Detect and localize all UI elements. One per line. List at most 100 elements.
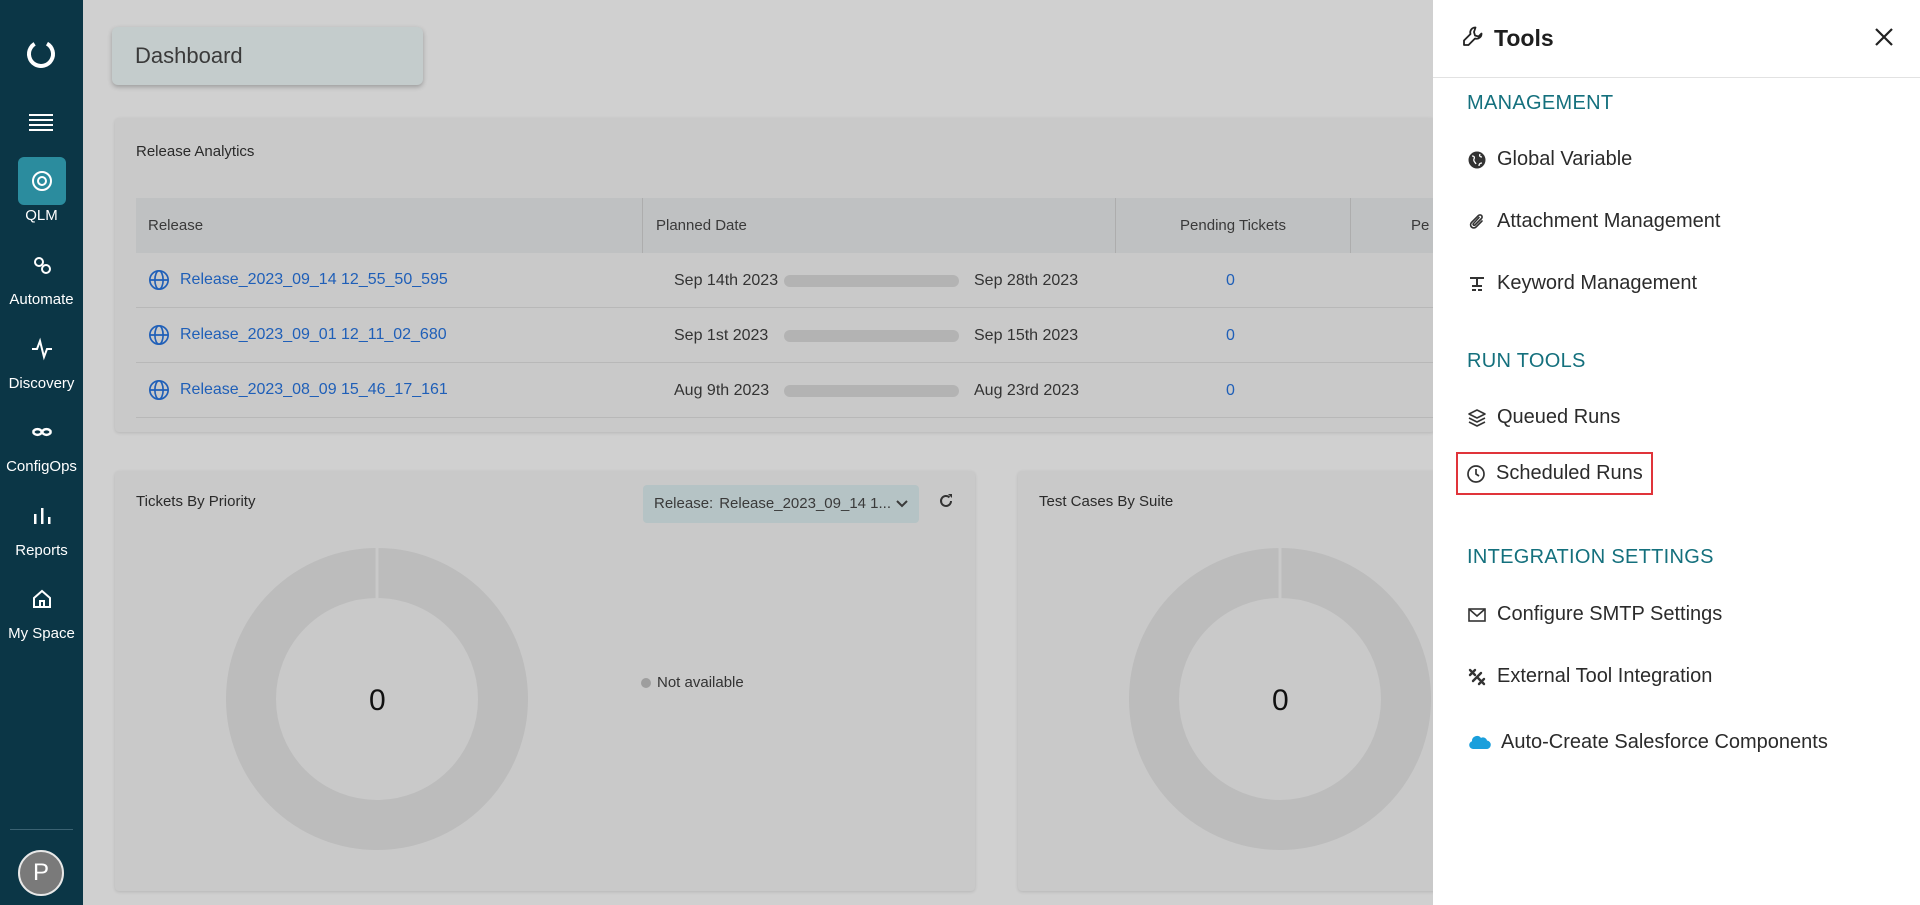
tools-panel-title: Tools [1494,25,1554,51]
avatar[interactable]: P [18,850,64,896]
donut-center-value: 0 [1272,684,1289,717]
release-link[interactable]: Release_2023_09_14 12_55_50_595 [148,269,448,291]
progress-bar [784,275,959,287]
tools-panel: Tools MANAGEMENT Global Variable Attachm… [1433,0,1920,905]
release-select-label: Release: [654,495,714,512]
card-title: Test Cases By Suite [1039,493,1174,510]
release-select-value: Release_2023_09_14 1... [719,495,892,512]
qlm-icon [31,171,52,191]
tool-item-label: Keyword Management [1497,272,1698,294]
clock-icon [1467,464,1485,483]
pending-tickets-link[interactable]: 0 [1226,327,1235,345]
tool-item-label: Auto-Create Salesforce Components [1501,731,1828,753]
release-analytics-card: Release Analytics Release Planned Date P… [115,118,1436,432]
close-icon[interactable] [1873,26,1895,48]
sidebar-item-discovery[interactable]: Discovery [0,325,83,392]
card-title: Tickets By Priority [136,493,256,510]
tools-panel-header: Tools [1433,0,1920,78]
sidebar-item-qlm[interactable]: QLM [0,157,83,224]
tool-item-scheduled-runs[interactable]: Scheduled Runs [1456,452,1653,495]
discovery-icon [31,337,52,361]
tool-item-attachment-management[interactable]: Attachment Management [1467,210,1720,233]
progress-bar [784,385,959,397]
planned-end-date: Sep 15th 2023 [974,327,1079,344]
release-name: Release_2023_09_01 12_11_02_680 [180,326,447,343]
sidebar-item-reports[interactable]: Reports [0,492,83,559]
planned-start-date: Aug 9th 2023 [674,382,770,399]
release-select[interactable]: Release: Release_2023_09_14 1... [643,485,919,523]
donut-center-value: 0 [369,684,386,717]
page-title: Dashboard [112,27,423,85]
home-icon [32,589,51,608]
tool-item-label: External Tool Integration [1497,665,1713,687]
planned-start-date: Sep 1st 2023 [674,327,769,344]
menu-icon[interactable] [29,114,53,134]
sidebar-item-label: Automate [9,291,74,308]
globe-icon [149,270,169,290]
legend-label: Not available [657,674,744,691]
sidebar-item-label: ConfigOps [6,458,77,475]
refresh-icon[interactable] [938,493,954,509]
globe-icon [1468,151,1486,168]
section-management: MANAGEMENT [1467,92,1614,114]
globe-icon [149,325,169,345]
tool-item-keyword-management[interactable]: Keyword Management [1467,272,1697,295]
release-link[interactable]: Release_2023_08_09 15_46_17_161 [148,379,448,401]
column-header-planned-date[interactable]: Planned Date [643,198,1116,253]
paperclip-icon [1469,213,1483,229]
planned-end-date: Aug 23rd 2023 [974,382,1079,399]
pending-tickets-link[interactable]: 0 [1226,272,1235,290]
table-row[interactable]: Release_2023_08_09 15_46_17_161 Aug 9th … [136,363,1436,418]
tool-item-external-tool-integration[interactable]: External Tool Integration [1467,665,1712,688]
tickets-by-priority-card: Tickets By Priority Release: Release_2023… [115,471,975,891]
globe-icon [149,380,169,400]
sidebar-item-label: QLM [25,207,58,224]
layers-icon [1468,408,1486,427]
sidebar-item-label: Discovery [8,375,75,392]
column-header-release[interactable]: Release [136,198,643,253]
card-title: Release Analytics [136,143,255,160]
table-row[interactable]: Release_2023_09_01 12_11_02_680 Sep 1st … [136,308,1436,363]
sidebar-item-label: My Space [8,625,75,642]
sidebar-item-automate[interactable]: Automate [0,241,83,308]
reports-icon [33,508,50,524]
tool-item-salesforce[interactable]: Auto-Create Salesforce Components [1467,731,1828,754]
progress-bar [784,330,959,342]
automate-icon [33,257,51,274]
keyword-icon [1470,276,1484,291]
salesforce-icon [1469,735,1491,749]
chart-legend: Not available [641,674,744,691]
tool-item-label: Configure SMTP Settings [1497,603,1723,625]
table-row[interactable]: Release_2023_09_14 12_55_50_595 Sep 14th… [136,253,1436,308]
release-link[interactable]: Release_2023_09_01 12_11_02_680 [148,324,447,346]
planned-start-date: Sep 14th 2023 [674,272,779,289]
release-name: Release_2023_08_09 15_46_17_161 [180,381,448,398]
chevron-down-icon [896,500,908,508]
tools-icon [1468,668,1486,685]
tool-item-label: Scheduled Runs [1496,462,1643,484]
column-header-pending-tickets[interactable]: Pending Tickets [1116,198,1351,253]
planned-end-date: Sep 28th 2023 [974,272,1079,289]
app-logo-icon[interactable] [25,38,57,70]
legend-dot [641,677,651,688]
table-header: Release Planned Date Pending Tickets Pe [136,198,1436,253]
pending-tickets-link[interactable]: 0 [1226,382,1235,400]
tool-item-label: Queued Runs [1497,406,1621,428]
main-content: Dashboard Release Analytics Release Plan… [83,0,1578,905]
configops-icon [31,427,52,437]
sidebar: QLM Automate Discovery ConfigOps Reports… [0,0,83,905]
sidebar-item-my-space[interactable]: My Space [0,575,83,642]
tool-item-global-variable[interactable]: Global Variable [1467,148,1632,171]
release-name: Release_2023_09_14 12_55_50_595 [180,271,448,288]
wrench-icon [1463,26,1483,46]
sidebar-item-configops[interactable]: ConfigOps [0,408,83,475]
tool-item-configure-smtp[interactable]: Configure SMTP Settings [1467,603,1722,626]
section-integration-settings: INTEGRATION SETTINGS [1467,546,1714,568]
section-run-tools: RUN TOOLS [1467,350,1586,372]
tool-item-label: Global Variable [1497,148,1633,170]
sidebar-divider [10,829,73,830]
tool-item-label: Attachment Management [1497,210,1721,232]
mail-icon [1468,607,1486,622]
column-header-truncated[interactable]: Pe [1351,198,1436,253]
tool-item-queued-runs[interactable]: Queued Runs [1467,406,1620,429]
